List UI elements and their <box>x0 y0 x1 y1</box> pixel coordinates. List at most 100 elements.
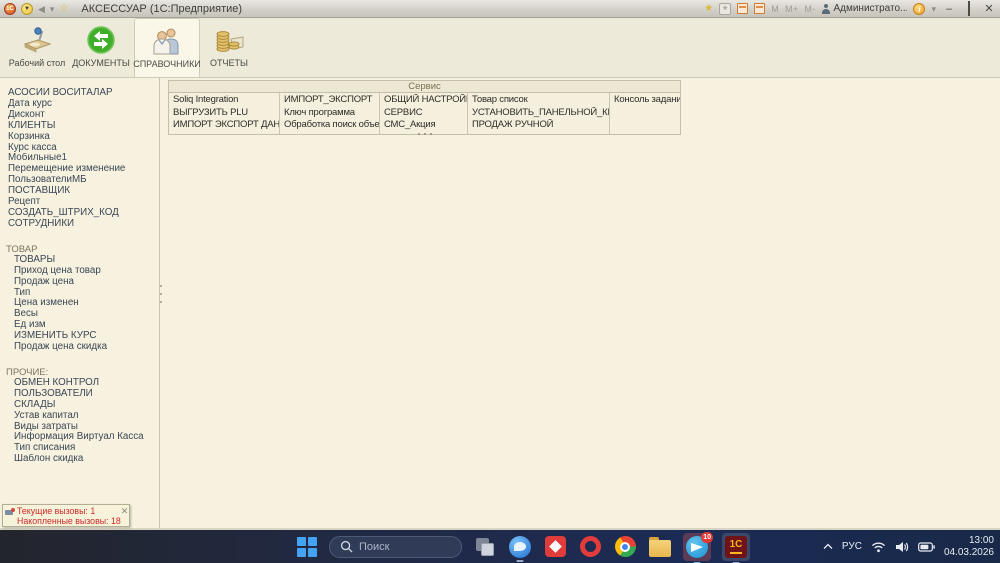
section-desktop[interactable]: Рабочий стол <box>6 18 68 77</box>
main-menu-button[interactable]: ▼ <box>21 2 33 15</box>
service-command[interactable]: ОБЩИЙ НАСТРОЙКА <box>380 94 467 107</box>
sidebar-item[interactable]: Устав капитал <box>0 411 159 422</box>
sidebar-item[interactable]: Курс касса <box>0 143 159 154</box>
sidebar-item[interactable]: Информация Виртуал Касса <box>0 432 159 443</box>
service-column: ОБЩИЙ НАСТРОЙКАСЕРВИССМС_Акция <box>380 93 468 134</box>
service-command[interactable]: ПРОДАЖ РУЧНОЙ <box>468 119 609 132</box>
edge-browser-icon[interactable] <box>508 535 532 562</box>
chrome-browser-icon[interactable] <box>613 535 637 559</box>
file-explorer-icon[interactable] <box>648 535 672 559</box>
sidebar-item[interactable]: СОТРУДНИКИ <box>0 219 159 230</box>
section-label: ОТЧЕТЫ <box>210 58 248 68</box>
red-diamond-app-icon[interactable] <box>543 535 567 559</box>
service-command[interactable]: Консоль заданий <box>610 94 680 107</box>
section-catalogs[interactable]: СПРАВОЧНИКИ <box>133 18 201 77</box>
sidebar-item[interactable]: Виды затраты <box>0 422 159 433</box>
section-documents[interactable]: ДОКУМЕНТЫ <box>68 18 134 77</box>
sidebar-item[interactable]: Корзинка <box>0 132 159 143</box>
service-command[interactable]: Товар список <box>468 94 609 107</box>
memory-m-button[interactable]: М <box>771 4 779 14</box>
panel-splitter-handle[interactable] <box>418 133 432 135</box>
reports-icon <box>213 24 245 56</box>
section-label: ДОКУМЕНТЫ <box>72 58 130 68</box>
service-command[interactable]: ВЫГРУЗИТЬ PLU <box>169 107 279 120</box>
sidebar-group-header: ПРОЧИЕ: <box>6 366 49 378</box>
sidebar-item[interactable]: ИЗМЕНИТЬ КУРС <box>0 331 159 342</box>
sidebar-group-header: ТОВАР <box>6 243 38 255</box>
opera-browser-icon[interactable] <box>578 535 602 559</box>
language-indicator[interactable]: РУС <box>842 541 862 552</box>
service-messages-icon[interactable]: i <box>913 2 926 15</box>
catalogs-icon <box>151 25 183 57</box>
sidebar-item[interactable]: Приход цена товар <box>0 266 159 277</box>
taskbar-center-cluster: 10 1С <box>296 530 750 563</box>
service-command[interactable]: Soliq Integration <box>169 94 279 107</box>
start-button[interactable] <box>296 536 318 558</box>
system-tray: РУС 13:00 04.03.2026 <box>823 530 994 563</box>
sidebar-item[interactable]: СКЛАДЫ <box>0 400 159 411</box>
tray-chevron-up-icon[interactable] <box>823 543 833 550</box>
service-command[interactable]: СЕРВИС <box>380 107 467 120</box>
sidebar-item[interactable]: Продаж цена скидка <box>0 342 159 353</box>
service-command[interactable]: Обработка поиск объект <box>280 119 379 132</box>
search-input[interactable] <box>359 540 449 553</box>
tray-time: 13:00 <box>968 535 994 546</box>
desktop-icon <box>21 24 53 56</box>
sidebar-item[interactable]: ОБМЕН КОНТРОЛ <box>0 378 159 389</box>
sidebar-item[interactable]: Ед изм <box>0 320 159 331</box>
sidebar-item[interactable]: КЛИЕНТЫ <box>0 121 159 132</box>
calls-icon <box>5 508 15 517</box>
section-label: СПРАВОЧНИКИ <box>133 59 201 69</box>
notification-close-icon[interactable]: ✕ <box>121 506 130 525</box>
calendar-icon[interactable] <box>737 3 749 14</box>
telegram-icon[interactable]: 10 <box>683 531 713 563</box>
close-button[interactable]: ✕ <box>982 2 996 16</box>
sidebar-item[interactable]: Перемещение изменение <box>0 164 159 175</box>
1c-app-icon[interactable]: 1С <box>722 532 750 563</box>
sidebar-nav: АСОСИЙ ВОСИТАЛАР Дата курс Дисконт КЛИЕНТЫ К… <box>0 78 160 528</box>
memory-mplus-button[interactable]: М+ <box>785 4 798 14</box>
back-arrow-icon[interactable]: ◀ <box>38 3 45 15</box>
restore-button[interactable] <box>962 0 976 16</box>
service-command[interactable]: СМС_Акция <box>380 119 467 132</box>
sidebar-group: ПРОЧИЕ: ОБМЕН КОНТРОЛ ПОЛЬЗОВАТЕЛИ СКЛАДЫ Ус… <box>0 367 159 465</box>
current-user[interactable]: Администрато... <box>821 3 907 14</box>
sidebar-item[interactable]: Весы <box>0 309 159 320</box>
service-command[interactable]: УСТАНОВИТЬ_ПАНЕЛЬНОЙ_КНОПКА <box>468 107 609 120</box>
sidebar-item[interactable]: АСОСИЙ ВОСИТАЛАР <box>0 88 159 99</box>
sidebar-item[interactable]: Тип <box>0 288 159 299</box>
sidebar-item[interactable]: Тип списания <box>0 443 159 454</box>
sidebar-item[interactable]: ТОВАРЫ <box>0 255 159 266</box>
info-dropdown-icon[interactable]: ▾ <box>931 3 936 15</box>
sidebar-item[interactable]: СОЗДАТЬ_ШТРИХ_КОД <box>0 208 159 219</box>
clock[interactable]: 13:00 04.03.2026 <box>944 535 994 558</box>
wifi-icon[interactable] <box>871 541 886 553</box>
service-column: Консоль заданий <box>610 93 680 134</box>
sidebar-item[interactable]: Дата курс <box>0 99 159 110</box>
sidebar-item[interactable]: ПользователиМБ <box>0 175 159 186</box>
favorites-star-icon[interactable]: ☆ <box>59 3 68 15</box>
task-view-icon[interactable] <box>473 535 497 559</box>
calculator-icon[interactable] <box>754 3 766 14</box>
add-favorite-icon[interactable]: ★ <box>704 3 713 15</box>
minimize-button[interactable]: – <box>942 2 956 16</box>
volume-icon[interactable] <box>895 541 909 553</box>
history-dropdown-icon[interactable]: ▾ <box>50 3 55 15</box>
sidebar-splitter-handle[interactable] <box>158 285 163 311</box>
sidebar-item[interactable]: Рецепт <box>0 197 159 208</box>
sidebar-item[interactable]: Мобильные1 <box>0 153 159 164</box>
sidebar-item[interactable]: ПОСТАВЩИК <box>0 186 159 197</box>
sidebar-item[interactable]: Дисконт <box>0 110 159 121</box>
sidebar-item[interactable]: Шаблон скидка <box>0 454 159 465</box>
favorites-list-icon[interactable]: ★ <box>719 2 732 15</box>
memory-mminus-button[interactable]: М- <box>804 4 815 14</box>
service-command[interactable]: Ключ программа <box>280 107 379 120</box>
sidebar-item[interactable]: ПОЛЬЗОВАТЕЛИ <box>0 389 159 400</box>
sidebar-item[interactable]: Цена изменен <box>0 298 159 309</box>
sidebar-item[interactable]: Продаж цена <box>0 277 159 288</box>
service-command[interactable]: ИМПОРТ ЭКСПОРТ ДАННЫХ <box>169 119 279 132</box>
section-reports[interactable]: ОТЧЕТЫ <box>200 18 258 77</box>
taskbar-search[interactable] <box>329 535 462 558</box>
service-command[interactable]: ИМПОРТ_ЭКСПОРТ <box>280 94 379 107</box>
battery-icon[interactable] <box>918 541 935 552</box>
